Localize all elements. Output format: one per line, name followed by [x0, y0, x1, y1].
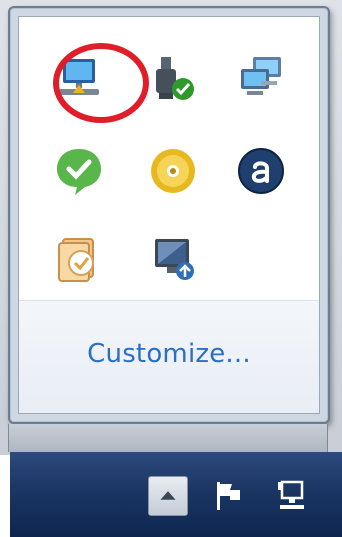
customize-link[interactable]: Customize...: [19, 339, 319, 369]
display-settings-icon[interactable]: [145, 231, 201, 287]
show-hidden-icons-button[interactable]: [148, 476, 188, 516]
chat-status-icon[interactable]: [51, 143, 107, 199]
safely-remove-hardware-icon[interactable]: [145, 51, 201, 107]
network-status-icon: [278, 480, 304, 509]
screen: Customize...: [0, 0, 342, 537]
action-center-flag-icon: [217, 482, 240, 510]
popup-footer: Customize...: [19, 300, 319, 413]
popup-tail-strip: [8, 424, 328, 452]
cd-icon[interactable]: [145, 143, 201, 199]
show-hidden-icons-icon: [160, 491, 176, 500]
popup-content: Customize...: [18, 16, 320, 414]
network-status-button[interactable]: [272, 476, 312, 516]
network-monitor-icon[interactable]: [233, 51, 289, 107]
a-logo-icon[interactable]: [233, 143, 289, 199]
action-center-flag-button[interactable]: [208, 476, 248, 516]
hidden-icons-grid: [19, 17, 319, 305]
notification-overflow-popup: Customize...: [8, 6, 330, 424]
sync-center-icon[interactable]: [51, 231, 107, 287]
network-icon[interactable]: [51, 51, 107, 107]
taskbar: [10, 452, 342, 537]
